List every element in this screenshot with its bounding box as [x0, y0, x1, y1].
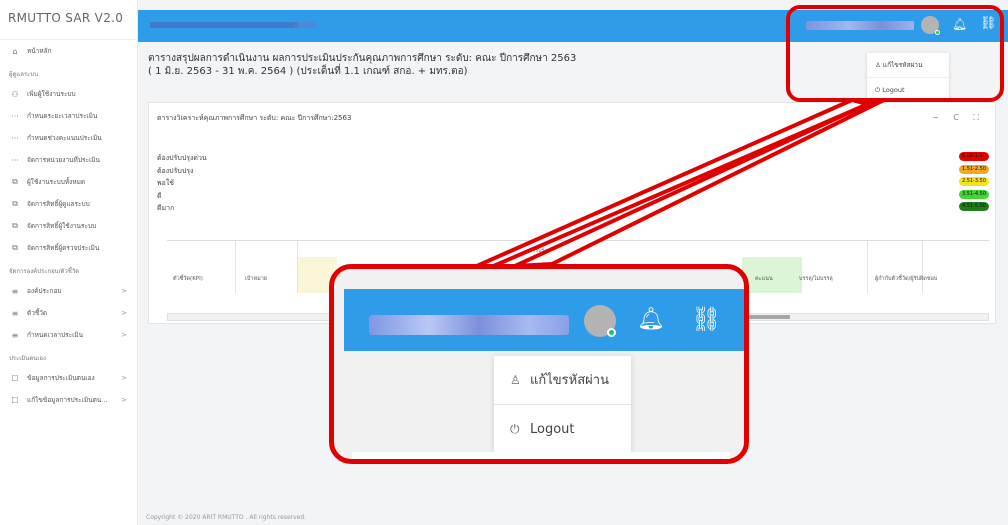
- zoomed-online-dot: [607, 328, 616, 337]
- user-icon: ♙: [510, 373, 521, 387]
- zoomed-blurred-username: [369, 315, 569, 335]
- level-label: ดี: [157, 191, 162, 200]
- dots-icon: ···: [11, 155, 19, 165]
- blurred-breadcrumb: [150, 22, 298, 28]
- copy-icon: ⧉: [12, 199, 18, 208]
- copy-icon: ⧉: [12, 177, 18, 186]
- target-column-header: เป้าหมาย: [245, 276, 268, 282]
- sidebar-section-header: ประเมินตนเอง: [9, 355, 46, 362]
- table-divider: [867, 241, 868, 293]
- sidebar-item[interactable]: ⧉ ผู้ใช้งานระบบทั้งหมด: [0, 171, 137, 193]
- sidebar-item[interactable]: ☐ ข้อมูลการประเมินตนเอง >: [0, 367, 137, 389]
- zoomed-card-edge: [352, 452, 730, 459]
- sidebar-item[interactable]: ⧉ จัดการสิทธิ์ผู้ใช้งานระบบ: [0, 215, 137, 237]
- sidebar-item-label: กำหนดเวลาประเมิน: [27, 331, 84, 339]
- zoomed-change-password-item[interactable]: ♙ แก้ไขรหัสผ่าน: [494, 356, 631, 404]
- sidebar-nav: ⌂ หน้าหลักผู้ดูแลระบบ ⚇ เพิ่มผู้ใช้งานระบบ ·…: [0, 40, 137, 411]
- sidebar-section-header: ผู้ดูแลระบบ: [9, 71, 39, 78]
- card-tools[interactable]: − C ⛶: [932, 113, 985, 123]
- level-range-badge: 1.51-2.50: [959, 164, 989, 174]
- level-range-badge: 0.00-1.50: [959, 152, 989, 161]
- page-title: ตารางสรุปผลการดำเนินงาน ผลการประเมินประก…: [148, 53, 577, 77]
- sidebar-item[interactable]: ··· กำหนดช่วงคะแนนประเมิน: [0, 127, 137, 149]
- table-divider: [297, 241, 298, 293]
- level-range-badge: 2.51-3.50: [959, 177, 989, 186]
- sidebar-section-header: จัดการองค์ประกอบ/ตัวชี้วัด: [9, 268, 80, 275]
- level-label: ต้องปรับปรุงด่วน: [157, 154, 207, 162]
- sidebar-item-label: จัดการหน่วยงานที่ประเมิน: [27, 156, 100, 164]
- sidebar-item-label: แก้ไขข้อมูลการประเมินตน...: [27, 396, 108, 404]
- zoom-panel: 🔔︎ ⛓︎ ♙ แก้ไขรหัสผ่าน ⏻ Logout: [329, 264, 749, 464]
- menu-icon: ≡: [11, 308, 19, 318]
- sidebar-item[interactable]: ⧉ จัดการสิทธิ์ผู้ตรวจประเมิน: [0, 237, 137, 259]
- sidebar-item[interactable]: ≡ ตัวชี้วัด >: [0, 302, 137, 324]
- sidebar: RMUTTO SAR V2.0 ⌂ หน้าหลักผู้ดูแลระบบ ⚇ เพิ…: [0, 0, 138, 525]
- chevron-right-icon: >: [121, 396, 127, 404]
- sidebar-item-label: องค์ประกอบ: [27, 287, 62, 295]
- sidebar-item-label: จัดการสิทธิ์ผู้ใช้งานระบบ: [27, 222, 97, 230]
- blurred-breadcrumb-suffix: [294, 22, 316, 28]
- sidebar-item-label: เพิ่มผู้ใช้งานระบบ: [27, 90, 76, 98]
- chevron-right-icon: >: [121, 287, 127, 295]
- achieve-column-header: บรรลุ/ไม่บรรลุ: [799, 276, 833, 282]
- users-icon: ⚇: [11, 89, 19, 99]
- zoomed-link-icon: ⛓︎: [691, 305, 722, 333]
- owner-column-header: ผู้กำกับตัวชี้วัด/ผู้รับผิดชอบ: [875, 276, 938, 282]
- sidebar-item-label: จัดการสิทธิ์ผู้ดูแลระบบ: [27, 200, 90, 208]
- copy-icon: ⧉: [12, 243, 18, 252]
- highlight-frame: [786, 5, 1004, 102]
- dots-icon: ···: [11, 111, 19, 121]
- sidebar-item[interactable]: ⚇ เพิ่มผู้ใช้งานระบบ: [0, 83, 137, 105]
- sidebar-item[interactable]: ⌂ หน้าหลัก: [0, 40, 137, 62]
- sidebar-item[interactable]: ≡ องค์ประกอบ >: [0, 280, 137, 302]
- level-range-badge: 4.51-5.00: [959, 202, 989, 211]
- zoomed-avatar: [584, 305, 616, 337]
- sidebar-item-label: ตัวชี้วัด: [27, 309, 48, 317]
- kpi-column-header: ตัวชี้วัด(KPI): [173, 276, 203, 282]
- dots-icon: ···: [11, 133, 19, 143]
- footer: Copyright © 2020 ARIT RMUTTO . All right…: [146, 514, 307, 521]
- level-range-badge: 3.51-4.50: [959, 189, 989, 199]
- table-divider: [922, 241, 923, 293]
- zoomed-user-dropdown: ♙ แก้ไขรหัสผ่าน ⏻ Logout: [494, 356, 631, 452]
- table-divider: [235, 241, 236, 293]
- chevron-right-icon: >: [121, 309, 127, 317]
- sidebar-item-label: จัดการสิทธิ์ผู้ตรวจประเมิน: [27, 244, 100, 252]
- sidebar-item[interactable]: ≡ กำหนดเวลาประเมิน >: [0, 324, 137, 346]
- sidebar-item-label: ข้อมูลการประเมินตนเอง: [27, 374, 95, 382]
- chevron-right-icon: >: [121, 331, 127, 339]
- sidebar-item[interactable]: ··· จัดการหน่วยงานที่ประเมิน: [0, 149, 137, 171]
- home-icon: ⌂: [12, 46, 18, 56]
- zoomed-logout-item[interactable]: ⏻ Logout: [494, 404, 631, 452]
- menu-icon: ≡: [11, 330, 19, 340]
- level-label: พอใช้: [157, 179, 174, 187]
- copy-icon: ⧉: [12, 221, 18, 230]
- score-column-header: คะแนน: [755, 276, 773, 282]
- level-label: ดีมาก: [157, 204, 175, 212]
- level-label: ต้องปรับปรุง: [157, 166, 194, 175]
- card-title: ตารางวิเคราะห์คุณภาพการศึกษา ระดับ: คณะ …: [157, 114, 352, 122]
- sidebar-item-label: กำหนดช่วงคะแนนประเมิน: [27, 134, 102, 142]
- power-icon: ⏻: [510, 422, 520, 436]
- sidebar-item[interactable]: ☐ แก้ไขข้อมูลการประเมินตน... >: [0, 389, 137, 411]
- sidebar-item[interactable]: ⧉ จัดการสิทธิ์ผู้ดูแลระบบ: [0, 193, 137, 215]
- self-assessment-header: ผลการประเมินตนเอง: [522, 248, 572, 254]
- chevron-right-icon: >: [121, 374, 127, 382]
- sidebar-item-label: กำหนดระยะเวลาประเมิน: [27, 112, 98, 120]
- sidebar-item[interactable]: ··· กำหนดระยะเวลาประเมิน: [0, 105, 137, 127]
- menu-icon: ≡: [11, 286, 19, 296]
- app-title: RMUTTO SAR V2.0: [0, 0, 137, 40]
- sidebar-item-label: ผู้ใช้งานระบบทั้งหมด: [27, 178, 86, 186]
- square-icon: ☐: [11, 373, 19, 383]
- square-icon: ☐: [11, 395, 19, 405]
- zoomed-bell-icon: 🔔︎: [637, 307, 665, 332]
- sidebar-item-label: หน้าหลัก: [27, 47, 52, 55]
